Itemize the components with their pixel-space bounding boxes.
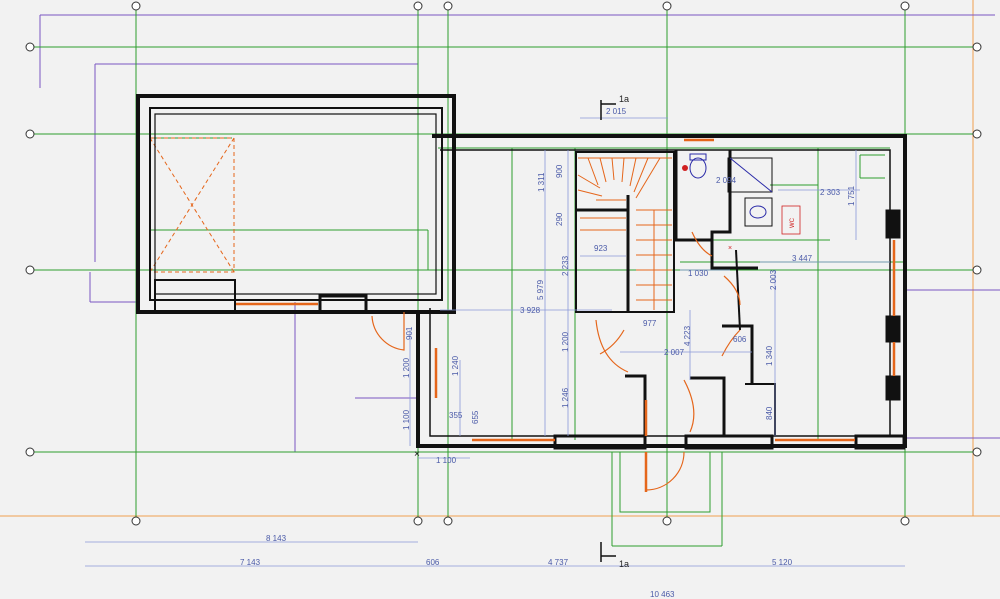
room-label-wc: WC	[790, 217, 796, 228]
dim-overall: 10 463	[650, 590, 675, 599]
dim-606: 606	[733, 335, 747, 344]
dim-seg-5120: 5 120	[772, 558, 793, 567]
dim-1200-mid: 1 200	[561, 331, 570, 352]
dim-seg-7143: 7 143	[240, 558, 261, 567]
dim-3447: 3 447	[792, 254, 813, 263]
dim-923: 923	[594, 244, 608, 253]
dim-total-8143: 8 143	[266, 534, 287, 543]
origin-cross-icon: ×	[414, 449, 420, 460]
light-fixture-icon	[682, 165, 688, 171]
section-label-bottom: 1a	[619, 559, 629, 569]
dim-2233: 2 233	[561, 255, 570, 276]
dim-901: 901	[405, 326, 414, 340]
dim-977: 977	[643, 319, 657, 328]
dim-1240: 1 240	[451, 355, 460, 376]
dim-900: 900	[555, 164, 564, 178]
dim-1340: 1 340	[765, 345, 774, 366]
dim-655: 655	[471, 410, 480, 424]
dim-2003: 2 003	[769, 269, 778, 290]
dim-seg-4737: 4 737	[548, 558, 569, 567]
dim-1030: 1 030	[688, 269, 709, 278]
dim-5979: 5 979	[536, 279, 545, 300]
dim-2094: 2 094	[716, 176, 737, 185]
dim-1100-left: 1 100	[402, 409, 411, 430]
dim-1751: 1 751	[847, 185, 856, 206]
section-label-top: 1a	[619, 94, 629, 104]
dim-1100-bottom: 1 100	[436, 456, 457, 465]
dim-4223: 4 223	[683, 325, 692, 346]
dim-stair-top: 2 015	[606, 107, 627, 116]
dim-355: 355	[449, 411, 463, 420]
dim-1311: 1 311	[537, 172, 546, 192]
dim-840: 840	[765, 406, 774, 420]
dim-2303: 2 303	[820, 188, 841, 197]
dim-290: 290	[555, 212, 564, 226]
floor-plan-drawing[interactable]: 1a 1a WC 2 015 923 3 928 977 1 030 2 007…	[0, 0, 1000, 599]
small-marker-icon: ×	[728, 245, 732, 252]
dim-3928: 3 928	[520, 306, 541, 315]
dim-seg-606: 606	[426, 558, 440, 567]
dim-1246: 1 246	[561, 387, 570, 408]
dim-2007: 2 007	[664, 348, 685, 357]
dim-1200-left: 1 200	[402, 357, 411, 378]
